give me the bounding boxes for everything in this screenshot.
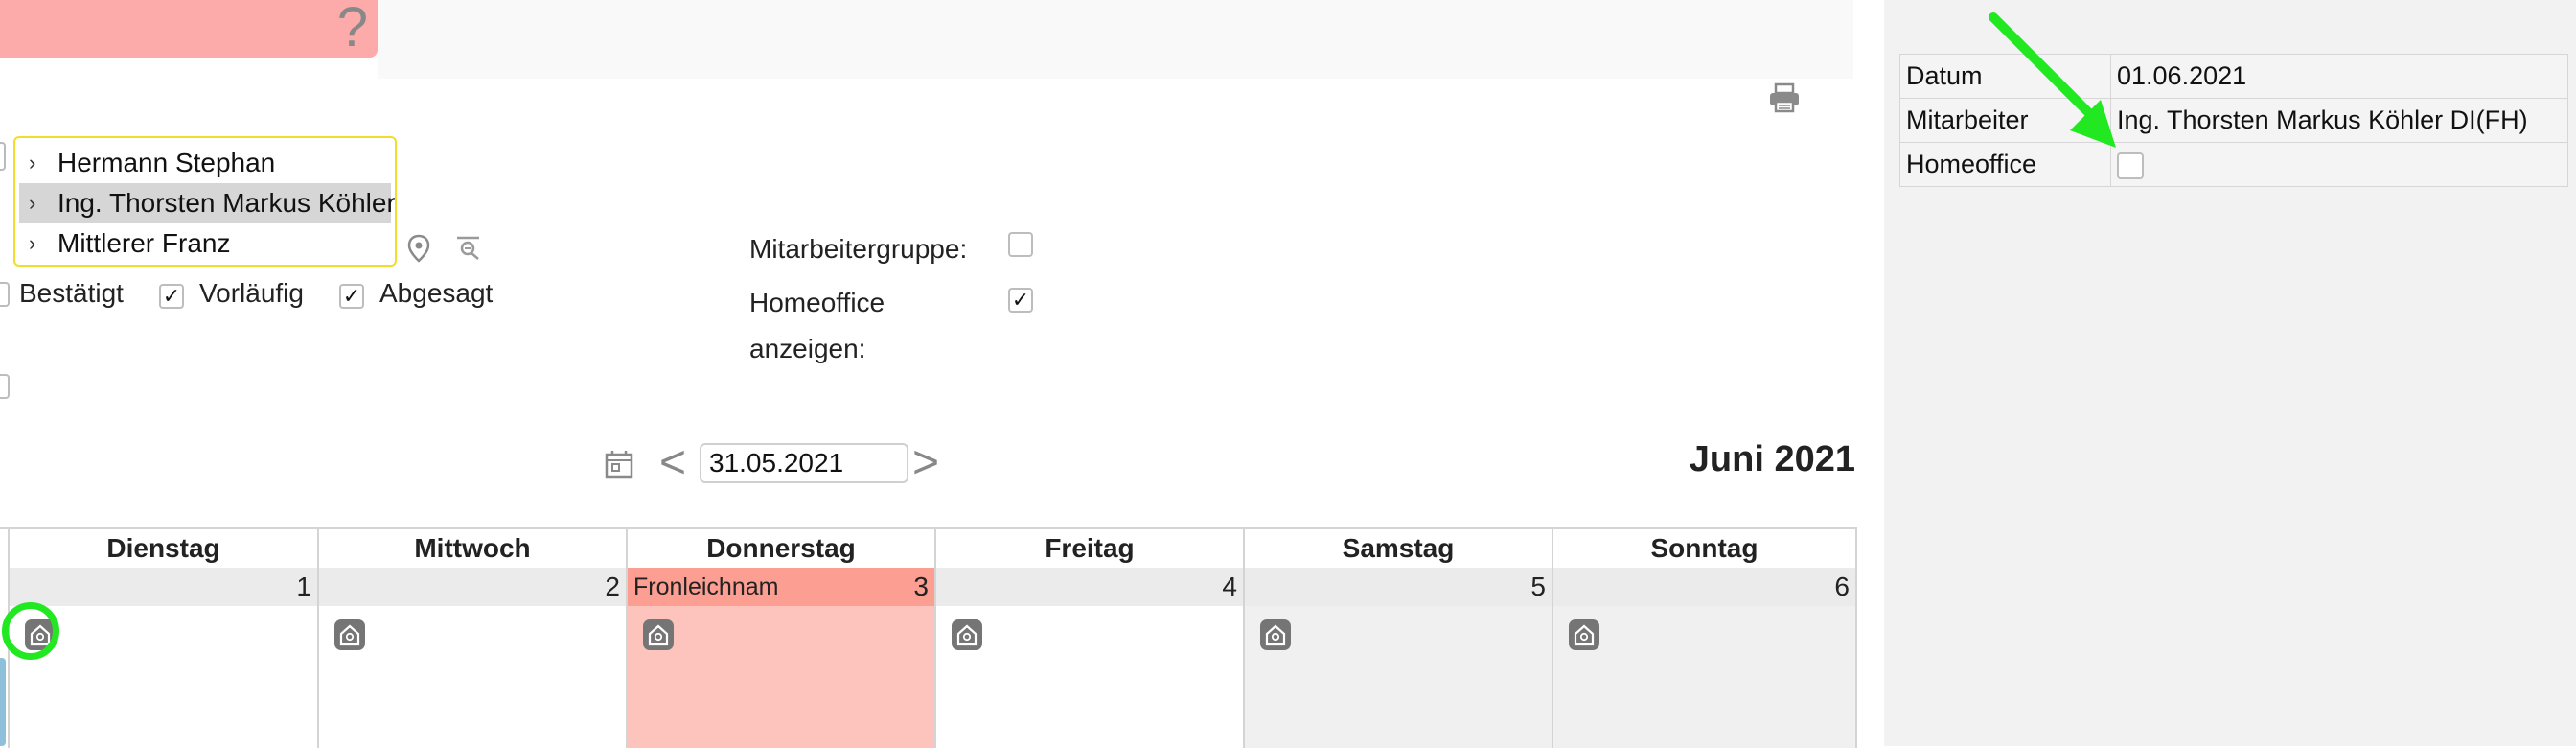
vorlaeufig-label: Vorläufig bbox=[199, 278, 304, 308]
vorlaeufig-checkbox[interactable]: ✓ bbox=[159, 284, 184, 309]
bestaetigt-label: Bestätigt bbox=[19, 278, 124, 308]
detail-table: Datum 01.06.2021 Mitarbeiter Ing. Thorst… bbox=[1899, 54, 2568, 187]
day-number-row[interactable]: Fronleichnam 3 bbox=[628, 568, 934, 606]
detail-row-datum: Datum 01.06.2021 bbox=[1899, 54, 2568, 99]
day-number-row[interactable]: 4 bbox=[936, 568, 1243, 606]
chevron-right-icon[interactable]: › bbox=[29, 143, 35, 183]
month-title: Juni 2021 bbox=[1689, 439, 1855, 479]
option-checkbox[interactable] bbox=[0, 374, 10, 399]
homeoffice-icon[interactable] bbox=[1260, 619, 1291, 650]
highlight-circle bbox=[2, 602, 59, 660]
employee-item[interactable]: › Hermann Stephan bbox=[19, 143, 391, 183]
location-pin-icon[interactable] bbox=[406, 234, 431, 263]
employee-item-selected[interactable]: › Ing. Thorsten Markus Köhler bbox=[19, 183, 395, 223]
abgesagt-checkbox[interactable]: ✓ bbox=[339, 284, 364, 309]
day-number: 5 bbox=[1530, 572, 1546, 601]
homeoffice-checkbox[interactable] bbox=[2117, 152, 2144, 179]
day-header: Sonntag bbox=[1553, 529, 1855, 568]
employee-list: › Hermann Stephan › Ing. Thorsten Markus… bbox=[13, 136, 397, 267]
holiday-label: Fronleichnam bbox=[633, 573, 779, 600]
printer-icon[interactable] bbox=[1767, 81, 1802, 115]
employee-name: Mittlerer Franz bbox=[58, 228, 231, 258]
day-number-row[interactable]: 5 bbox=[1245, 568, 1552, 606]
day-header: Mittwoch bbox=[319, 529, 626, 568]
homeoffice-anzeigen-checkbox[interactable]: ✓ bbox=[1008, 288, 1033, 313]
day-number-row[interactable]: 1 bbox=[10, 568, 317, 606]
homeoffice-icon[interactable] bbox=[1569, 619, 1599, 650]
calendar-icon[interactable] bbox=[604, 449, 634, 479]
detail-key: Datum bbox=[1899, 54, 2111, 99]
bestaetigt-checkbox[interactable] bbox=[0, 282, 10, 307]
detail-value-cell bbox=[2110, 142, 2568, 187]
employee-item[interactable]: › Mittlerer Franz bbox=[19, 223, 391, 264]
homeoffice-icon[interactable] bbox=[334, 619, 365, 650]
homeoffice-anzeigen-label: Homeoffice anzeigen: bbox=[749, 288, 886, 363]
date-input[interactable] bbox=[700, 443, 908, 483]
week-calendar: Dienstag 1 Mittwoch 2 Donnerstag Fronlei… bbox=[0, 527, 1857, 748]
filter-clear-icon[interactable] bbox=[454, 234, 483, 261]
chevron-right-icon[interactable]: › bbox=[29, 183, 35, 223]
day-number-row[interactable]: 2 bbox=[319, 568, 626, 606]
day-number-row[interactable]: 6 bbox=[1553, 568, 1855, 606]
day-cell[interactable] bbox=[628, 606, 934, 748]
mitarbeitergruppe-label: Mitarbeitergruppe: bbox=[749, 234, 968, 264]
day-cell[interactable] bbox=[319, 606, 626, 748]
previous-week-button[interactable]: < bbox=[659, 439, 686, 487]
day-column-freitag: Freitag 4 bbox=[934, 529, 1243, 748]
collapsed-panel-handle[interactable] bbox=[0, 142, 6, 171]
day-header: Dienstag bbox=[10, 529, 317, 568]
day-cell[interactable] bbox=[936, 606, 1243, 748]
day-number: 1 bbox=[296, 572, 311, 601]
day-header: Freitag bbox=[936, 529, 1243, 568]
day-number: 6 bbox=[1834, 572, 1850, 601]
employee-name: Ing. Thorsten Markus Köhler bbox=[58, 188, 396, 218]
chevron-right-icon[interactable]: › bbox=[29, 223, 35, 264]
detail-row-mitarbeiter: Mitarbeiter Ing. Thorsten Markus Köhler … bbox=[1899, 98, 2568, 143]
employee-name: Hermann Stephan bbox=[58, 148, 276, 177]
detail-value: 01.06.2021 bbox=[2110, 54, 2568, 99]
day-column-sonntag: Sonntag 6 bbox=[1552, 529, 1857, 748]
detail-row-homeoffice: Homeoffice bbox=[1899, 142, 2568, 187]
detail-value: Ing. Thorsten Markus Köhler DI(FH) bbox=[2110, 98, 2568, 143]
question-icon[interactable]: ? bbox=[337, 0, 368, 56]
day-column-mittwoch: Mittwoch 2 bbox=[317, 529, 626, 748]
toolbar-strip bbox=[378, 0, 1853, 79]
homeoffice-icon[interactable] bbox=[952, 619, 982, 650]
day-number: 3 bbox=[913, 572, 929, 601]
day-column-samstag: Samstag 5 bbox=[1243, 529, 1552, 748]
abgesagt-label: Abgesagt bbox=[380, 278, 494, 308]
homeoffice-icon[interactable] bbox=[643, 619, 674, 650]
day-column-donnerstag: Donnerstag Fronleichnam 3 bbox=[626, 529, 934, 748]
day-number: 4 bbox=[1222, 572, 1237, 601]
day-cell[interactable] bbox=[1245, 606, 1552, 748]
mitarbeitergruppe-checkbox[interactable] bbox=[1008, 232, 1033, 257]
detail-key: Mitarbeiter bbox=[1899, 98, 2111, 143]
detail-key: Homeoffice bbox=[1899, 142, 2111, 187]
day-header: Donnerstag bbox=[628, 529, 934, 568]
appointment-bar[interactable] bbox=[0, 658, 6, 746]
day-number: 2 bbox=[605, 572, 620, 601]
next-week-button[interactable]: > bbox=[912, 439, 939, 487]
day-header: Samstag bbox=[1245, 529, 1552, 568]
warning-banner: ? bbox=[0, 0, 378, 58]
